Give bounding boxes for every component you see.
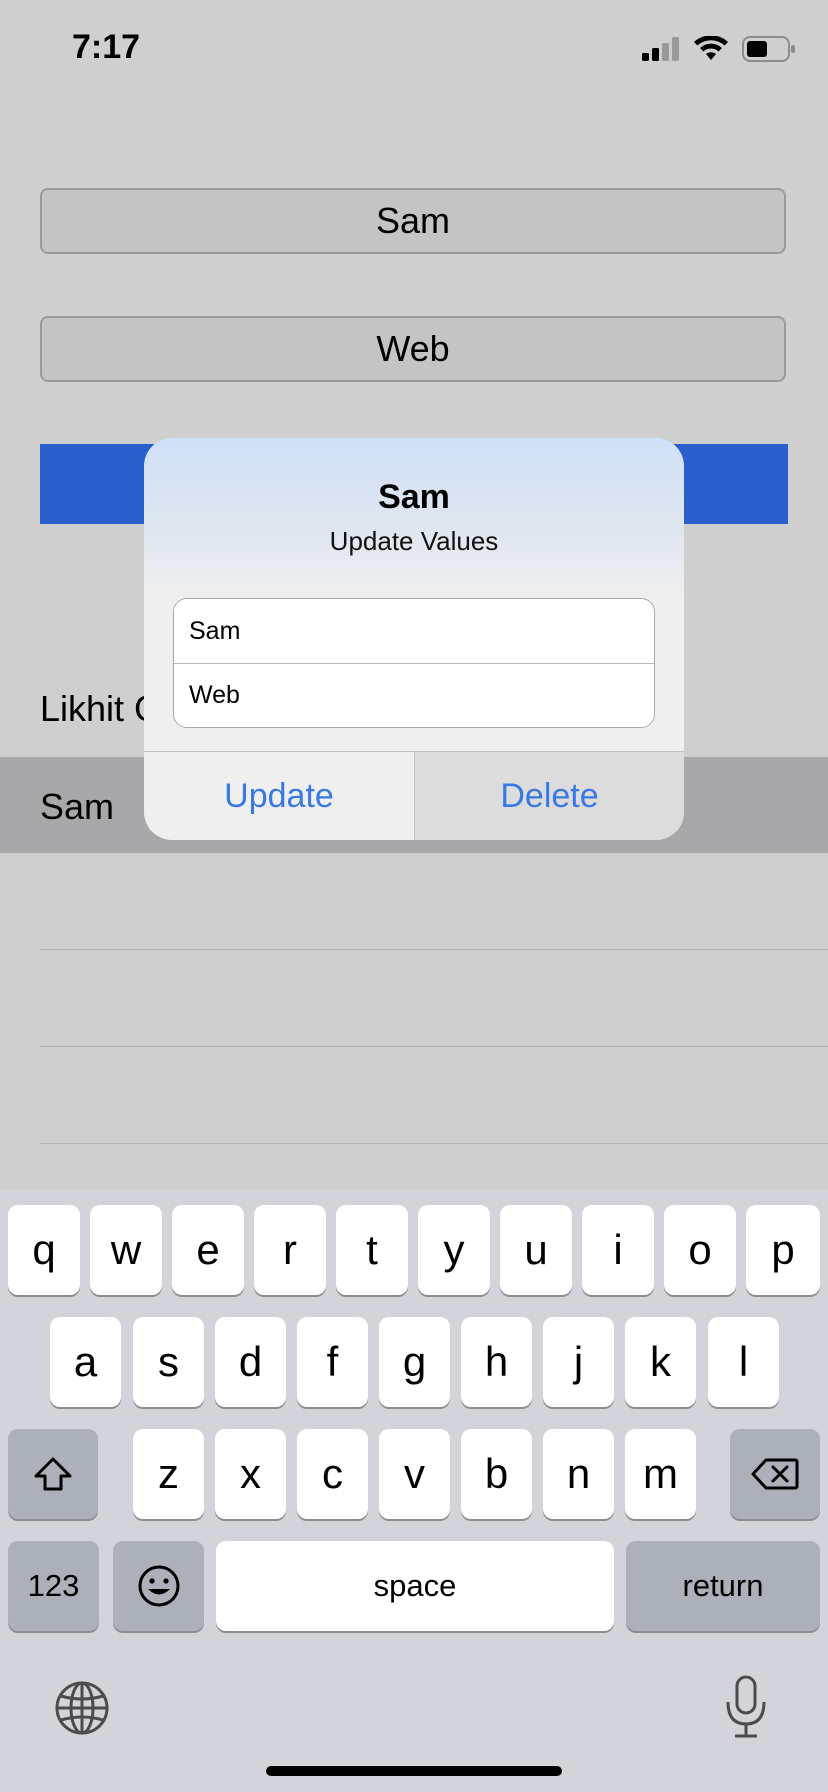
key-a[interactable]: a xyxy=(50,1317,121,1407)
wifi-icon xyxy=(694,36,728,60)
status-icons xyxy=(642,36,796,62)
update-alert-dialog: Sam Update Values Update Delete xyxy=(144,438,684,840)
key-t[interactable]: t xyxy=(336,1205,408,1295)
key-y[interactable]: y xyxy=(418,1205,490,1295)
alert-type-input[interactable] xyxy=(174,663,654,727)
alert-name-input[interactable] xyxy=(174,599,654,663)
cellular-signal-icon xyxy=(642,37,679,61)
microphone-icon[interactable] xyxy=(722,1674,770,1740)
key-u[interactable]: u xyxy=(500,1205,572,1295)
shift-key[interactable] xyxy=(8,1429,98,1519)
key-j[interactable]: j xyxy=(543,1317,614,1407)
key-v[interactable]: v xyxy=(379,1429,450,1519)
row-separator xyxy=(40,1046,828,1047)
key-h[interactable]: h xyxy=(461,1317,532,1407)
key-n[interactable]: n xyxy=(543,1429,614,1519)
battery-icon xyxy=(742,36,795,62)
emoji-icon xyxy=(138,1565,179,1607)
key-w[interactable]: w xyxy=(90,1205,162,1295)
row-separator xyxy=(40,949,828,950)
key-i[interactable]: i xyxy=(582,1205,654,1295)
name-text-field[interactable]: Sam xyxy=(40,188,786,254)
key-p[interactable]: p xyxy=(746,1205,820,1295)
key-x[interactable]: x xyxy=(215,1429,286,1519)
key-s[interactable]: s xyxy=(133,1317,204,1407)
table-row-label: Sam xyxy=(40,786,115,827)
list-header: Likhit C xyxy=(40,688,161,729)
key-g[interactable]: g xyxy=(379,1317,450,1407)
alert-text-fields xyxy=(173,598,655,728)
key-k[interactable]: k xyxy=(625,1317,696,1407)
status-time: 7:17 xyxy=(72,28,141,66)
space-key[interactable]: space xyxy=(216,1541,614,1631)
key-q[interactable]: q xyxy=(8,1205,80,1295)
emoji-key[interactable] xyxy=(113,1541,204,1631)
keyboard: q w e r t y u i o p a s d f g h j k l z … xyxy=(0,1190,828,1792)
key-o[interactable]: o xyxy=(664,1205,736,1295)
key-e[interactable]: e xyxy=(172,1205,244,1295)
shift-icon xyxy=(34,1457,72,1491)
key-d[interactable]: d xyxy=(215,1317,286,1407)
alert-title: Sam xyxy=(378,478,450,516)
alert-message: Update Values xyxy=(329,526,499,556)
delete-button[interactable]: Delete xyxy=(414,752,684,840)
key-m[interactable]: m xyxy=(625,1429,696,1519)
type-text-field[interactable]: Web xyxy=(40,316,786,382)
globe-icon[interactable] xyxy=(54,1680,110,1736)
key-z[interactable]: z xyxy=(133,1429,204,1519)
key-c[interactable]: c xyxy=(297,1429,368,1519)
update-button[interactable]: Update xyxy=(144,752,414,840)
delete-key[interactable] xyxy=(730,1429,820,1519)
backspace-icon xyxy=(751,1458,799,1490)
row-separator xyxy=(40,1143,828,1144)
home-indicator xyxy=(266,1766,562,1776)
return-key[interactable]: return xyxy=(626,1541,820,1631)
key-r[interactable]: r xyxy=(254,1205,326,1295)
key-f[interactable]: f xyxy=(297,1317,368,1407)
numbers-key[interactable]: 123 xyxy=(8,1541,99,1631)
key-l[interactable]: l xyxy=(708,1317,779,1407)
key-b[interactable]: b xyxy=(461,1429,532,1519)
